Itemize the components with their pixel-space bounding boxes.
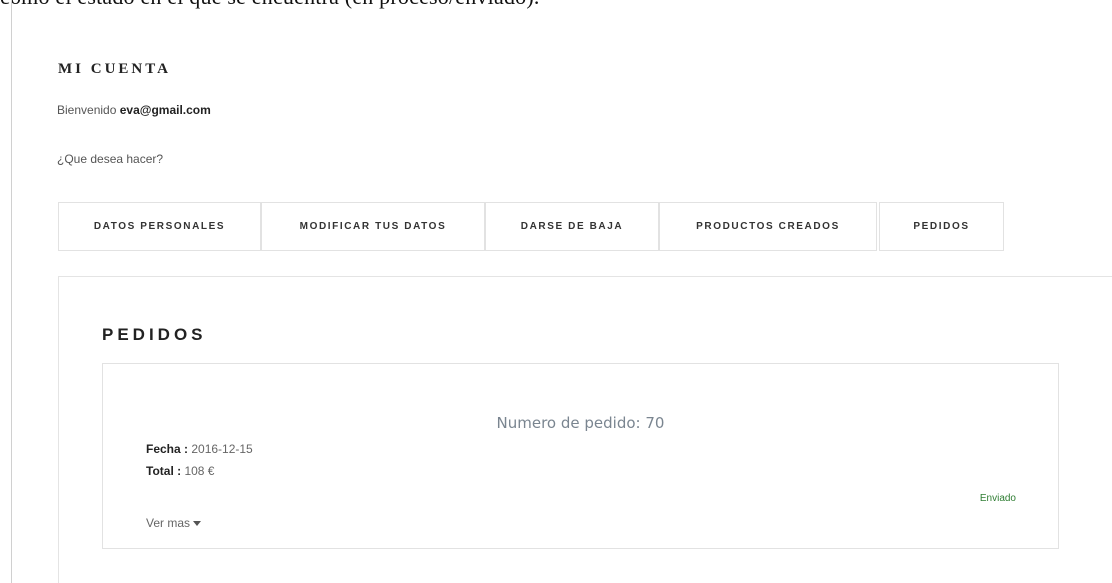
order-date-value: 2016-12-15 [188,442,253,456]
tab-productos-creados[interactable]: PRODUCTOS CREADOS [659,202,877,251]
welcome-prefix: Bienvenido [57,103,120,117]
top-cut-text: como el estado en el que se encuentra (e… [0,0,1112,10]
tab-darse-de-baja[interactable]: DARSE DE BAJA [485,202,659,251]
order-total-label: Total : [146,464,182,478]
page: como el estado en el que se encuentra (e… [0,0,1112,583]
left-divider [11,0,12,583]
welcome-text: Bienvenido eva@gmail.com [57,103,211,117]
order-total: Total : 108 € [146,464,214,478]
order-total-value: 108 € [181,464,215,478]
top-cut-line: como el estado en el que se encuentra (e… [0,0,540,10]
page-title: MI CUENTA [58,61,171,77]
question-text: ¿Que desea hacer? [57,152,164,166]
ver-mas-label: Ver mas [146,516,191,530]
caret-down-icon [193,521,202,527]
order-number: Numero de pedido: 70 [496,414,665,432]
tab-datos-personales[interactable]: DATOS PERSONALES [58,202,261,251]
order-date: Fecha : 2016-12-15 [146,442,253,456]
orders-title: PEDIDOS [102,325,207,344]
order-date-label: Fecha : [146,442,189,456]
ver-mas-toggle[interactable]: Ver mas [146,516,202,530]
order-status-badge: Enviado [979,493,1016,504]
user-email: eva@gmail.com [119,103,211,117]
order-card: Numero de pedido: 70 Fecha : 2016-12-15 … [102,363,1059,549]
tab-modificar-tus-datos[interactable]: MODIFICAR TUS DATOS [261,202,485,251]
orders-panel: PEDIDOS Numero de pedido: 70 Fecha : 201… [58,276,1112,583]
tab-pedidos[interactable]: PEDIDOS [879,202,1004,251]
